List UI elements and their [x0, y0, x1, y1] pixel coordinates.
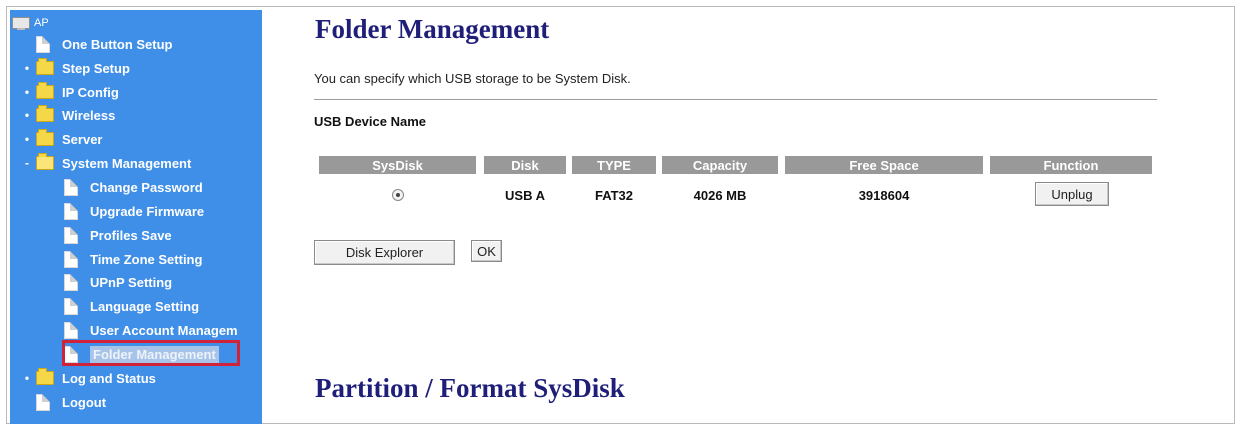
- expand-icon[interactable]: •: [22, 133, 32, 145]
- expand-icon[interactable]: •: [22, 372, 32, 384]
- divider: [314, 99, 1157, 100]
- usb-device-name-label: USB Device Name: [314, 114, 426, 129]
- sidebar-item-one-button-setup[interactable]: One Button Setup: [36, 33, 173, 55]
- sidebar-item-upgrade-firmware[interactable]: Upgrade Firmware: [64, 200, 204, 222]
- sidebar-item-wireless[interactable]: • Wireless: [22, 104, 115, 126]
- folder-icon: [36, 129, 54, 146]
- disk-explorer-button[interactable]: Disk Explorer: [314, 240, 455, 265]
- page-icon: [64, 202, 78, 220]
- page-icon: [64, 273, 78, 291]
- sidebar-item-label: Logout: [62, 394, 107, 410]
- sidebar-root-label: AP: [34, 17, 49, 29]
- page-icon: [64, 226, 78, 244]
- section-title-partition-format: Partition / Format SysDisk: [315, 373, 625, 403]
- page-icon: [36, 35, 50, 53]
- sidebar-item-label: Wireless: [62, 107, 116, 123]
- sidebar-item-label: User Account Managem: [90, 322, 238, 338]
- sidebar-item-step-setup[interactable]: • Step Setup: [22, 57, 130, 79]
- computer-icon: [12, 17, 30, 30]
- selection-highlight-box: [62, 340, 240, 366]
- open-folder-icon: [36, 153, 54, 170]
- sidebar-item-time-zone-setting[interactable]: Time Zone Setting: [64, 248, 202, 270]
- sidebar-item-label: Step Setup: [62, 60, 130, 76]
- expand-icon[interactable]: •: [22, 62, 32, 74]
- sidebar-root-ap[interactable]: AP: [12, 12, 49, 34]
- unplug-button[interactable]: Unplug: [1035, 182, 1109, 206]
- folder-icon: [36, 58, 54, 75]
- sidebar-nav: AP One Button Setup • Step Setup • IP Co…: [10, 10, 262, 424]
- sidebar-item-profiles-save[interactable]: Profiles Save: [64, 224, 172, 246]
- column-header-disk: Disk: [484, 156, 566, 174]
- sidebar-item-label: Change Password: [90, 179, 203, 195]
- sidebar-item-change-password[interactable]: Change Password: [64, 176, 203, 198]
- folder-icon: [36, 368, 54, 385]
- sidebar-item-ip-config[interactable]: • IP Config: [22, 81, 119, 103]
- column-header-sysdisk: SysDisk: [319, 156, 476, 174]
- sidebar-item-log-and-status[interactable]: • Log and Status: [22, 367, 156, 389]
- folder-icon: [36, 105, 54, 122]
- collapse-icon[interactable]: -: [22, 157, 32, 169]
- ok-button[interactable]: OK: [471, 240, 502, 262]
- sidebar-item-label: UPnP Setting: [90, 274, 173, 290]
- sidebar-item-label: Time Zone Setting: [90, 251, 203, 267]
- page-icon: [64, 250, 78, 268]
- sidebar-item-language-setting[interactable]: Language Setting: [64, 295, 199, 317]
- table-cell-disk: USB A: [505, 187, 545, 203]
- column-header-free-space: Free Space: [785, 156, 983, 174]
- sidebar-item-label: Profiles Save: [90, 227, 172, 243]
- table-cell-type: FAT32: [594, 187, 634, 203]
- sidebar-item-label: Server: [62, 131, 103, 147]
- sysdisk-radio[interactable]: [391, 189, 404, 201]
- sidebar-item-label: Log and Status: [62, 370, 156, 386]
- page-description: You can specify which USB storage to be …: [314, 71, 631, 86]
- page-icon: [64, 297, 78, 315]
- column-header-type: TYPE: [572, 156, 656, 174]
- page-icon: [64, 178, 78, 196]
- sidebar-item-upnp-setting[interactable]: UPnP Setting: [64, 271, 172, 293]
- column-header-capacity: Capacity: [662, 156, 778, 174]
- table-cell-capacity: 4026 MB: [693, 187, 747, 203]
- sidebar-item-logout[interactable]: Logout: [36, 391, 106, 413]
- page-icon: [36, 393, 50, 411]
- sidebar-item-label: IP Config: [62, 84, 119, 100]
- page-icon: [64, 321, 78, 339]
- sidebar-item-system-management[interactable]: - System Management: [22, 152, 191, 174]
- sidebar-item-label: Language Setting: [90, 298, 200, 314]
- sidebar-item-server[interactable]: • Server: [22, 128, 102, 150]
- sidebar-item-label: One Button Setup: [62, 36, 173, 52]
- folder-icon: [36, 82, 54, 99]
- page-title: Folder Management: [315, 14, 550, 44]
- table-row-sysdisk-cell: [319, 186, 476, 204]
- column-header-function: Function: [990, 156, 1152, 174]
- expand-icon[interactable]: •: [22, 109, 32, 121]
- table-cell-free-space: 3918604: [858, 187, 910, 203]
- sidebar-item-label: Upgrade Firmware: [90, 203, 205, 219]
- sidebar-item-label: System Management: [62, 155, 192, 171]
- expand-icon[interactable]: •: [22, 86, 32, 98]
- sidebar-item-user-account-management[interactable]: User Account Managem: [64, 319, 238, 341]
